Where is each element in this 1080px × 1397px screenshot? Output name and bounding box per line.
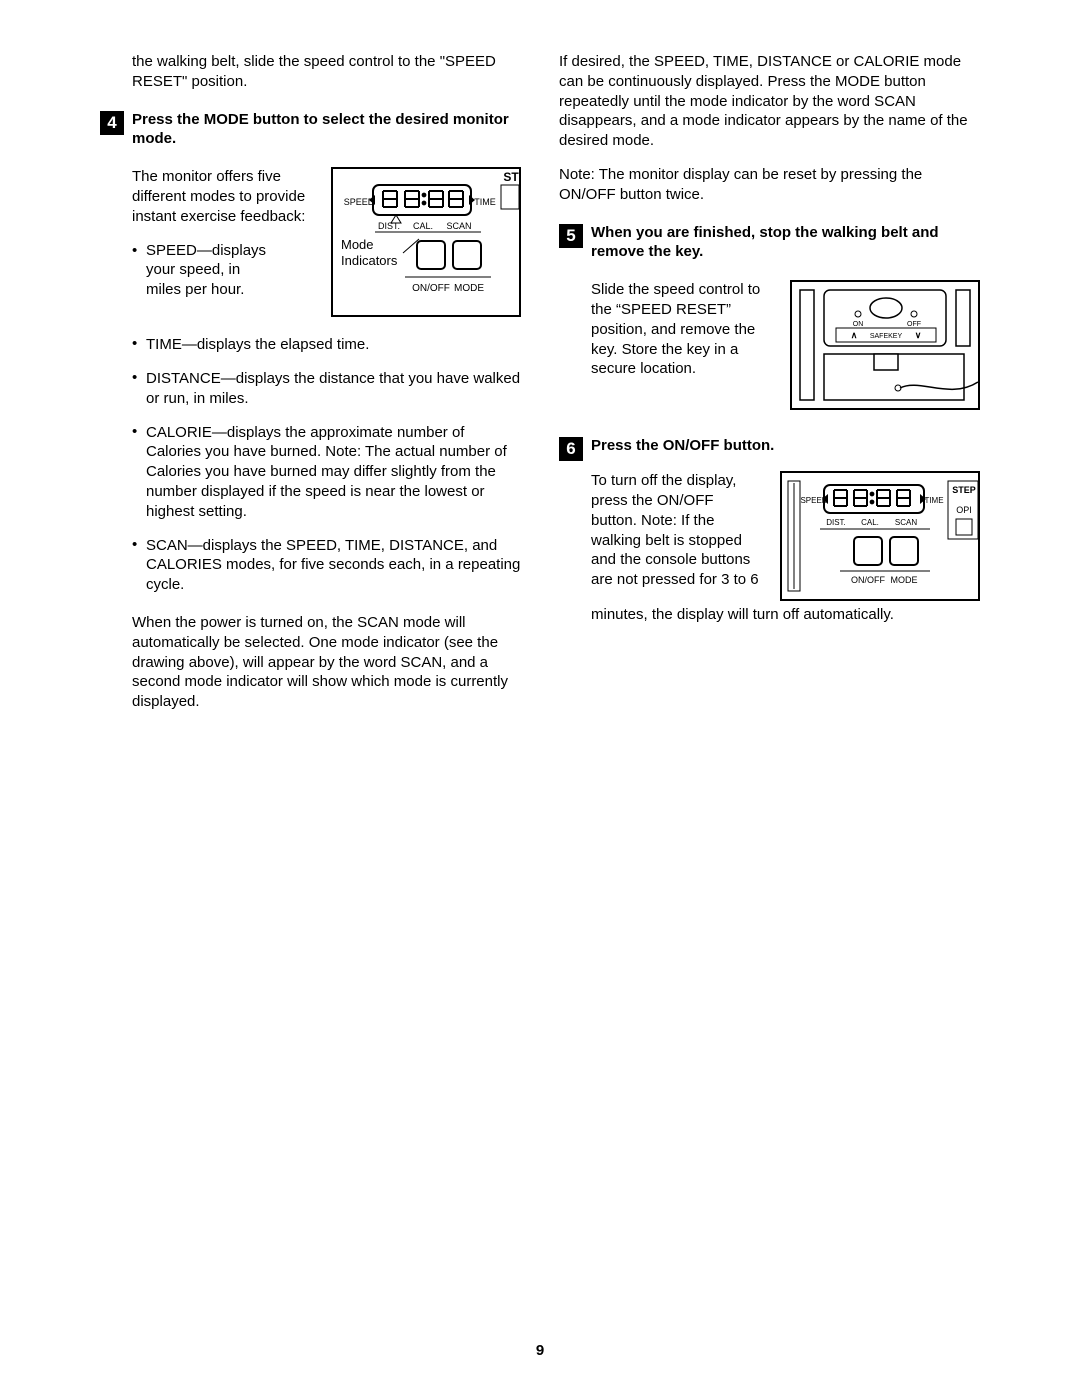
step6-text-2: minutes, the display will turn off autom… bbox=[591, 605, 980, 625]
bullet-time: • TIME—displays the elapsed time. bbox=[132, 335, 521, 355]
svg-text:ST: ST bbox=[503, 170, 519, 184]
svg-text:CAL.: CAL. bbox=[861, 518, 879, 527]
step5-body: Slide the speed control to the “SPEED RE… bbox=[591, 280, 980, 414]
bullet-distance: • DISTANCE—displays the distance that yo… bbox=[132, 369, 521, 409]
svg-text:Indicators: Indicators bbox=[341, 253, 398, 268]
two-column-layout: the walking belt, slide the speed contro… bbox=[100, 52, 980, 716]
step-4-header: 4 Press the MODE button to select the de… bbox=[100, 110, 521, 150]
svg-text:Mode: Mode bbox=[341, 237, 374, 252]
right-paragraph-a: If desired, the SPEED, TIME, DISTANCE or… bbox=[559, 52, 980, 151]
figure-remove-key: ON OFF ∧ SAFEKEY ∨ bbox=[790, 280, 980, 414]
svg-text:SCAN: SCAN bbox=[446, 221, 471, 231]
right-paragraph-b: Note: The monitor display can be reset b… bbox=[559, 165, 980, 205]
step-5-title: When you are finished, stop the walking … bbox=[591, 223, 980, 263]
figure-monitor-modes: SPEED TIME bbox=[331, 167, 521, 321]
intro-paragraph: the walking belt, slide the speed contro… bbox=[132, 52, 521, 92]
step4-intro-text: The monitor offers five different modes … bbox=[132, 167, 313, 321]
step4-paragraph-a: The monitor offers five different modes … bbox=[132, 167, 313, 226]
svg-text:SCAN: SCAN bbox=[895, 518, 917, 527]
svg-text:SPEED: SPEED bbox=[800, 496, 827, 505]
step-6-header: 6 Press the ON/OFF button. bbox=[559, 436, 980, 461]
svg-text:TIME: TIME bbox=[474, 197, 496, 207]
svg-text:CAL.: CAL. bbox=[413, 221, 433, 231]
step4-bullets: • TIME—displays the elapsed time. • DIST… bbox=[132, 335, 521, 712]
figure-onoff-console: SPEED TIME DIST. CAL. bbox=[780, 471, 980, 605]
bullet-scan: • SCAN—displays the SPEED, TIME, DISTANC… bbox=[132, 536, 521, 595]
svg-text:DIST.: DIST. bbox=[826, 518, 846, 527]
svg-text:∧: ∧ bbox=[851, 330, 858, 340]
step-number-4: 4 bbox=[100, 111, 124, 135]
step-4-title: Press the MODE button to select the desi… bbox=[132, 110, 521, 150]
svg-text:TIME: TIME bbox=[924, 496, 943, 505]
svg-text:ON: ON bbox=[853, 321, 864, 328]
bullet-speed: • SPEED—displays your speed, in miles pe… bbox=[132, 241, 313, 300]
step-number-5: 5 bbox=[559, 224, 583, 248]
svg-text:MODE: MODE bbox=[891, 575, 918, 585]
left-column: the walking belt, slide the speed contro… bbox=[100, 52, 521, 716]
step-6-title: Press the ON/OFF button. bbox=[591, 436, 774, 456]
svg-text:OFF: OFF bbox=[907, 321, 921, 328]
svg-text:∨: ∨ bbox=[915, 330, 922, 340]
step4-paragraph-b: When the power is turned on, the SCAN mo… bbox=[132, 613, 521, 712]
svg-text:SPEED: SPEED bbox=[344, 197, 375, 207]
manual-page: the walking belt, slide the speed contro… bbox=[0, 0, 1080, 1397]
step5-text: Slide the speed control to the “SPEED RE… bbox=[591, 280, 772, 414]
svg-text:STEP: STEP bbox=[952, 485, 976, 495]
step4-intro-with-figure: The monitor offers five different modes … bbox=[132, 167, 521, 321]
step6-body: To turn off the display, press the ON/OF… bbox=[591, 471, 980, 605]
svg-text:ON/OFF: ON/OFF bbox=[412, 283, 450, 294]
bullet-calorie: • CALORIE—displays the approximate numbe… bbox=[132, 423, 521, 522]
svg-text:ON/OFF: ON/OFF bbox=[851, 575, 885, 585]
step-5-header: 5 When you are finished, stop the walkin… bbox=[559, 223, 980, 263]
svg-text:SAFEKEY: SAFEKEY bbox=[870, 333, 903, 340]
page-number: 9 bbox=[0, 1342, 1080, 1359]
right-column: If desired, the SPEED, TIME, DISTANCE or… bbox=[559, 52, 980, 716]
step6-text-1: To turn off the display, press the ON/OF… bbox=[591, 471, 762, 605]
svg-text:MODE: MODE bbox=[454, 283, 484, 294]
svg-text:OPI: OPI bbox=[956, 505, 972, 515]
step-number-6: 6 bbox=[559, 437, 583, 461]
